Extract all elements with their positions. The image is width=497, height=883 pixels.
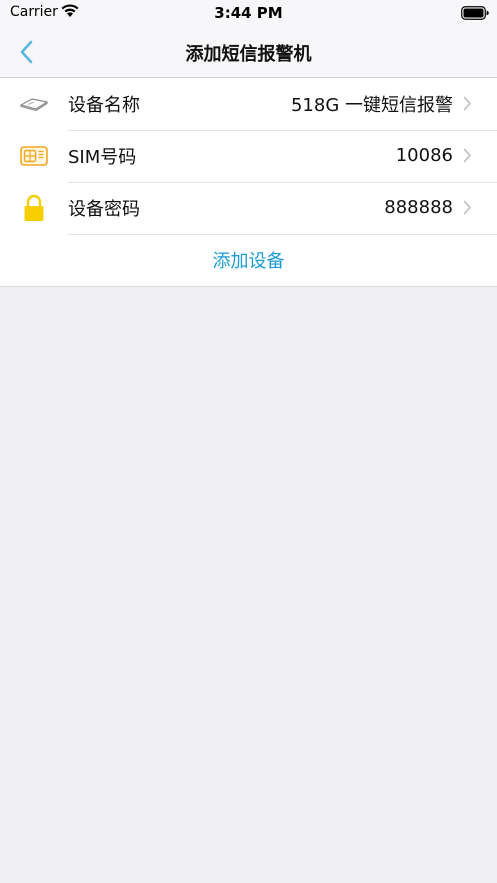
battery-icon — [461, 5, 489, 24]
device-form: 设备名称 518G 一键短信报警 SIM号码 10086 设备密码 888888… — [0, 78, 497, 287]
device-password-label: 设备密码 — [68, 198, 140, 220]
chevron-right-icon — [463, 148, 473, 164]
lock-icon — [24, 194, 44, 221]
navigation-bar: 添加短信报警机 — [0, 26, 497, 78]
status-time: 3:44 PM — [214, 4, 283, 22]
device-name-label: 设备名称 — [68, 94, 140, 116]
add-device-button[interactable]: 添加设备 — [213, 247, 285, 273]
add-device-row: 添加设备 — [0, 234, 497, 286]
page-title: 添加短信报警机 — [185, 44, 312, 65]
sim-number-label: SIM号码 — [68, 146, 137, 168]
device-name-value: 518G 一键短信报警 — [290, 94, 453, 116]
sim-number-row[interactable]: SIM号码 10086 — [0, 130, 497, 183]
device-name-row[interactable]: 设备名称 518G 一键短信报警 — [0, 78, 497, 131]
chevron-right-icon — [463, 96, 473, 112]
device-password-value: 888888 — [384, 197, 453, 218]
chevron-right-icon — [463, 200, 473, 216]
sim-card-icon — [20, 146, 48, 166]
device-password-row[interactable]: 设备密码 888888 — [0, 182, 497, 235]
sim-number-value: 10086 — [395, 145, 453, 166]
status-bar: Carrier 3:44 PM — [0, 0, 497, 26]
device-icon — [20, 98, 48, 111]
